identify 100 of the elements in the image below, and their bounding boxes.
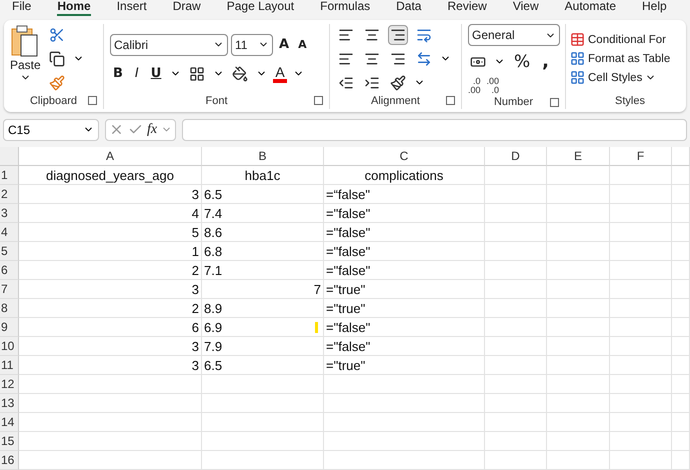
percent-button[interactable]: % <box>511 50 534 72</box>
empty-cell <box>610 394 672 413</box>
styles-menu-button[interactable]: Cell Styles <box>570 70 670 85</box>
grow-font-button[interactable]: A <box>276 36 292 53</box>
table-cell: 7.9 <box>202 337 324 356</box>
ribbon-tab[interactable]: View <box>512 0 539 16</box>
table-cell: 4 <box>19 204 202 223</box>
ribbon-tab[interactable]: Insert <box>116 0 147 16</box>
underline-button[interactable]: U <box>148 65 164 82</box>
ribbon-tab[interactable]: Home <box>57 0 91 16</box>
column-header[interactable]: B <box>202 147 324 166</box>
column-header[interactable]: E <box>547 147 610 166</box>
row-header[interactable]: 6 <box>0 261 19 280</box>
empty-cell <box>547 451 610 470</box>
italic-button[interactable]: I <box>132 65 142 82</box>
row-header[interactable]: 1 <box>0 166 19 185</box>
clipboard-icon <box>10 24 40 58</box>
empty-cell <box>672 261 690 280</box>
ribbon-tab[interactable]: Review <box>447 0 487 16</box>
empty-cell <box>485 204 547 223</box>
row-header[interactable]: 9 <box>0 318 19 337</box>
formula-input[interactable] <box>182 118 687 140</box>
group-label: Clipboard <box>30 95 78 107</box>
font-name-dropdown[interactable]: Calibri <box>110 34 228 56</box>
number-format-dropdown[interactable]: General <box>468 24 560 46</box>
row-header[interactable]: 4 <box>0 223 19 242</box>
row-header[interactable]: 14 <box>0 413 19 432</box>
row-header[interactable]: 8 <box>0 299 19 318</box>
table-cell: 3 <box>19 356 202 375</box>
highlight-mark <box>315 322 318 333</box>
column-header[interactable]: F <box>610 147 672 166</box>
table-cell: 1 <box>19 242 202 261</box>
row-header[interactable]: 10 <box>0 337 19 356</box>
table-cell: 3 <box>19 337 202 356</box>
table-cell: 7.1 <box>202 261 324 280</box>
ribbon-tab[interactable]: Automate <box>564 0 616 16</box>
table-cell: 2 <box>19 261 202 280</box>
bold-button[interactable]: B <box>110 65 126 82</box>
table-cell: 6.9 <box>202 318 324 337</box>
empty-cell <box>547 261 610 280</box>
row-header[interactable]: 13 <box>0 394 19 413</box>
insert-function-button[interactable]: fx <box>147 122 158 138</box>
column-header[interactable]: A <box>19 147 202 166</box>
row-header[interactable]: 5 <box>0 242 19 261</box>
close-icon[interactable] <box>109 122 124 137</box>
row-header[interactable]: 12 <box>0 375 19 394</box>
empty-cell <box>547 299 610 318</box>
row-header[interactable]: 15 <box>0 432 19 451</box>
table-cell: 3 <box>19 185 202 204</box>
row-header[interactable]: 16 <box>0 451 19 470</box>
table-cell: 6.5 <box>202 185 324 204</box>
table-cell: ="true" <box>324 299 485 318</box>
launcher-icon[interactable] <box>314 96 323 105</box>
table-cell: 2 <box>19 299 202 318</box>
styles-menu-button[interactable]: Format as Table <box>570 51 670 66</box>
comma-button[interactable]: , <box>539 50 552 73</box>
row-header[interactable]: 7 <box>0 280 19 299</box>
styles-menu-button[interactable]: Conditional For <box>570 32 670 47</box>
table-icon <box>570 51 585 66</box>
table-cell: =“false" <box>324 185 485 204</box>
launcher-icon[interactable] <box>446 96 455 105</box>
ribbon-tab[interactable]: Formulas <box>320 0 370 16</box>
copy-icon[interactable] <box>46 48 67 68</box>
paste-button[interactable]: Paste <box>10 24 41 93</box>
increase-decimal-button[interactable]: .0 .00 <box>468 77 481 95</box>
align-bottom-icon[interactable] <box>388 24 408 44</box>
decrease-decimal-button[interactable]: .00 .0 <box>486 77 500 95</box>
name-box[interactable]: C15 <box>3 118 99 140</box>
ribbon-tab[interactable]: Help <box>642 0 667 16</box>
empty-cell <box>547 318 610 337</box>
table-cell: ="true" <box>324 356 485 375</box>
empty-cell <box>547 356 610 375</box>
column-header[interactable]: C <box>324 147 485 166</box>
table-cell: ="false" <box>324 318 485 337</box>
empty-cell <box>485 242 547 261</box>
launcher-icon[interactable] <box>88 96 97 105</box>
launcher-icon[interactable] <box>550 98 559 107</box>
table-cell: ="true" <box>324 280 485 299</box>
empty-cell <box>485 432 547 451</box>
column-header[interactable]: D <box>485 147 547 166</box>
empty-cell <box>485 318 547 337</box>
empty-cell <box>610 375 672 394</box>
empty-cell <box>672 337 690 356</box>
shrink-font-button[interactable]: A <box>295 37 310 52</box>
ribbon-tab[interactable]: Data <box>396 0 422 16</box>
ribbon-tab[interactable]: File <box>12 0 32 16</box>
row-header[interactable]: 11 <box>0 356 19 375</box>
ribbon-tab[interactable]: Page Layout <box>226 0 294 16</box>
empty-cell <box>610 337 672 356</box>
row-header[interactable]: 2 <box>0 185 19 204</box>
font-color-button[interactable]: A <box>273 64 287 82</box>
empty-cell <box>547 337 610 356</box>
empty-cell <box>610 242 672 261</box>
ribbon-tab[interactable]: Draw <box>172 0 201 16</box>
empty-cell <box>547 413 610 432</box>
row-header[interactable]: 3 <box>0 204 19 223</box>
empty-cell <box>610 432 672 451</box>
table-cell: ="false" <box>324 261 485 280</box>
font-size-dropdown[interactable]: 11 <box>231 34 273 56</box>
paint-bucket-icon[interactable] <box>230 64 250 84</box>
